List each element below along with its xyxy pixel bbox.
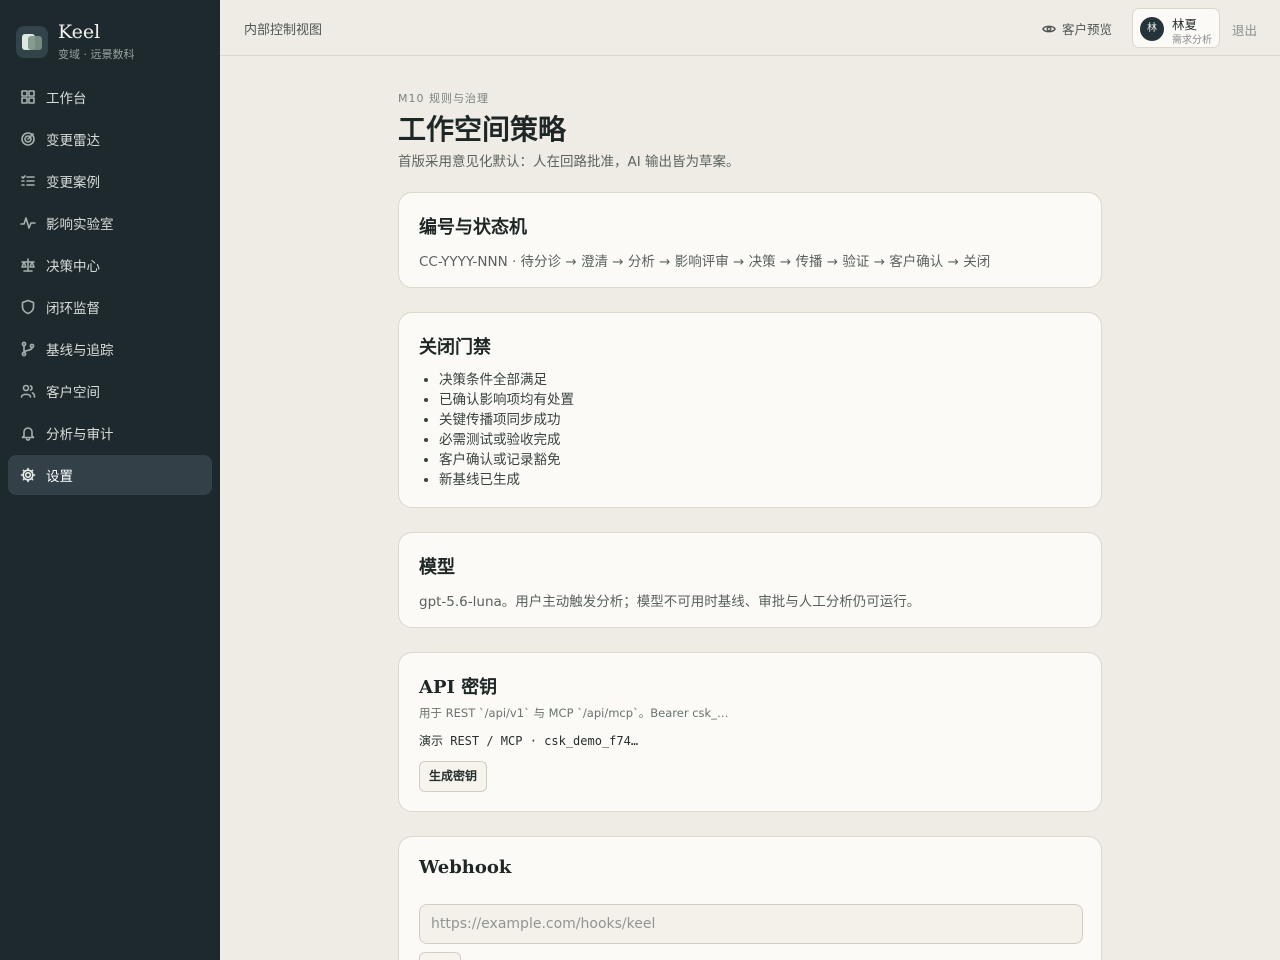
sidebar-item-workbench[interactable]: 工作台	[8, 77, 212, 117]
close-gate-list: 决策条件全部满足 已确认影响项均有处置 关键传播项同步成功 必需测试或验收完成 …	[439, 370, 574, 490]
shield-icon	[21, 299, 35, 315]
sidebar-item-label: 影响实验室	[46, 217, 114, 233]
gear-icon	[20, 467, 36, 483]
sidebar-item-decision-center[interactable]: 决策中心	[8, 245, 212, 285]
close-gate-card: 关闭门禁 决策条件全部满足 已确认影响项均有处置 关键传播项同步成功 必需测试或…	[398, 312, 1102, 508]
list-item: 客户确认或记录豁免	[439, 450, 574, 470]
sidebar-item-label: 变更案例	[46, 175, 100, 191]
sidebar-item-analytics-audit[interactable]: 分析与审计	[8, 413, 212, 453]
topbar: 内部控制视图 客户预览 林 林夏 需求分析 退出	[220, 0, 1280, 56]
sidebar-item-label: 变更雷达	[46, 133, 100, 149]
card-title: 编号与状态机	[419, 217, 527, 238]
git-branch-icon	[21, 341, 35, 357]
sidebar-item-label: 基线与追踪	[46, 343, 114, 359]
sidebar: Keel 变域 · 远景数科 工作台 变更雷达 变更案例 影响实验室 决策中心 …	[0, 0, 220, 960]
webhook-save-button[interactable]	[419, 952, 461, 960]
brand-subtitle: 变域 · 远景数科	[58, 48, 135, 61]
activity-icon	[20, 217, 36, 229]
logout-link[interactable]: 退出	[1232, 20, 1257, 39]
section-kicker: M10 规则与治理	[398, 92, 489, 105]
sidebar-item-label: 工作台	[46, 91, 87, 107]
list-check-icon	[21, 175, 35, 186]
sidebar-item-label: 决策中心	[46, 259, 100, 275]
api-keys-card: API 密钥 用于 REST `/api/v1` 与 MCP `/api/mcp…	[398, 652, 1102, 812]
sidebar-item-closed-loop[interactable]: 闭环监督	[8, 287, 212, 327]
bell-icon	[21, 427, 35, 441]
brand[interactable]: Keel 变域 · 远景数科	[16, 22, 135, 62]
numbering-card: 编号与状态机 CC-YYYY-NNN · 待分诊 → 澄清 → 分析 → 影响评…	[398, 192, 1102, 288]
radar-icon	[21, 132, 35, 146]
customer-preview-button[interactable]: 客户预览	[1042, 19, 1112, 38]
generate-key-button[interactable]: 生成密钥	[419, 761, 488, 792]
list-item: 新基线已生成	[439, 470, 574, 490]
page-title: 工作空间策略	[398, 113, 567, 146]
breadcrumb: 内部控制视图	[244, 23, 323, 38]
webhook-url-input[interactable]	[419, 904, 1083, 944]
sidebar-item-label: 分析与审计	[46, 427, 114, 443]
list-item: 必需测试或验收完成	[439, 430, 574, 450]
grid-icon	[21, 90, 35, 104]
sidebar-item-settings[interactable]: 设置	[8, 455, 212, 495]
card-title: API 密钥	[419, 677, 498, 698]
sidebar-item-label: 闭环监督	[46, 301, 100, 317]
user-menu[interactable]: 林 林夏 需求分析	[1132, 8, 1220, 48]
user-role: 需求分析	[1172, 35, 1212, 46]
keel-logo-icon	[16, 26, 48, 58]
model-card: 模型 gpt-5.6-luna。用户主动触发分析；模型不可用时基线、审批与人工分…	[398, 532, 1102, 628]
list-item: 已确认影响项均有处置	[439, 390, 574, 410]
api-key-line: 演示 REST / MCP · csk_demo_f74…	[419, 734, 639, 748]
page-description: 首版采用意见化默认：人在回路批准，AI 输出皆为草案。	[398, 154, 740, 170]
sidebar-nav: 工作台 变更雷达 变更案例 影响实验室 决策中心 闭环监督 基线与追踪 客户空间…	[8, 77, 212, 497]
state-machine-text: CC-YYYY-NNN · 待分诊 → 澄清 → 分析 → 影响评审 → 决策 …	[419, 254, 991, 270]
list-item: 关键传播项同步成功	[439, 410, 574, 430]
card-title: 关闭门禁	[419, 337, 491, 358]
avatar: 林	[1140, 17, 1164, 41]
card-title: Webhook	[419, 857, 512, 878]
sidebar-item-label: 客户空间	[46, 385, 100, 401]
scale-icon	[21, 258, 35, 272]
brand-name: Keel	[58, 21, 101, 43]
sidebar-item-impact-lab[interactable]: 影响实验室	[8, 203, 212, 243]
eye-icon	[1042, 25, 1056, 32]
model-description: gpt-5.6-luna。用户主动触发分析；模型不可用时基线、审批与人工分析仍可…	[419, 594, 921, 610]
api-keys-description: 用于 REST `/api/v1` 与 MCP `/api/mcp`。Beare…	[419, 706, 729, 720]
sidebar-item-change-cases[interactable]: 变更案例	[8, 161, 212, 201]
webhook-card: Webhook	[398, 836, 1102, 960]
list-item: 决策条件全部满足	[439, 370, 574, 390]
card-title: 模型	[419, 557, 455, 578]
sidebar-item-baseline[interactable]: 基线与追踪	[8, 329, 212, 369]
customer-preview-label: 客户预览	[1062, 22, 1113, 37]
sidebar-item-customer-space[interactable]: 客户空间	[8, 371, 212, 411]
sidebar-item-label: 设置	[46, 469, 73, 485]
sidebar-item-change-radar[interactable]: 变更雷达	[8, 119, 212, 159]
users-icon	[20, 384, 36, 398]
